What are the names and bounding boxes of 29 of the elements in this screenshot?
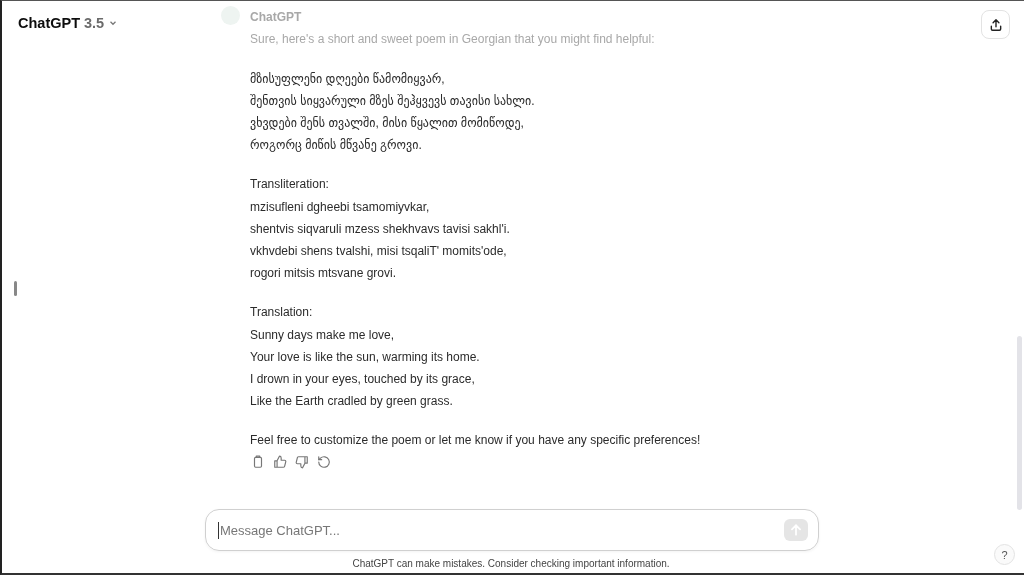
message-line: mzisufleni dgheebi tsamomiyvkar, xyxy=(250,198,431,216)
message-line: მზისუფლენი დღეები წამომიყვარ, xyxy=(250,70,446,88)
message-intro: Sure, here's a short and sweet poem in Georgian that you might find helpful: xyxy=(250,31,656,49)
message-line: vkhvdebi shens tvalshi, misi tsqaliT' momits'ode, xyxy=(250,243,508,261)
disclaimer-text: ChatGPT can make mistakes. Consider checking important information. xyxy=(352,558,670,569)
message-line: I drown in your eyes, touched by its grace, xyxy=(250,371,476,389)
scrollbar[interactable] xyxy=(1017,336,1022,510)
message-line: rogori mitsis mtsvane grovi. xyxy=(250,265,398,283)
message-line: Feel free to customize the poem or let me know if you have any specific preferences! xyxy=(250,432,701,450)
model-selector[interactable]: ChatGPT 3.5 xyxy=(18,15,119,31)
share-button[interactable] xyxy=(981,10,1010,39)
message-line: Transliteration: xyxy=(250,176,330,194)
message-line: შენთვის სიყვარული მზეს შეჰყვევს თავისი სახლი. xyxy=(250,92,536,110)
regenerate-icon[interactable] xyxy=(316,453,332,470)
message-line: როგორც მიწის მწვანე გროვი. xyxy=(250,137,423,155)
message-line: Your love is like the sun, warming its home. xyxy=(250,348,481,366)
message-line: Sunny days make me love, xyxy=(250,326,396,344)
thumbs-down-icon[interactable] xyxy=(294,453,310,470)
help-button[interactable]: ? xyxy=(994,544,1015,565)
message-line: Like the Earth cradled by green grass. xyxy=(250,393,454,411)
composer-panel[interactable]: Message ChatGPT... xyxy=(205,509,819,551)
message-line: ვხვდები შენს თვალში, მისი წყალით მომიწოდე, xyxy=(250,115,525,133)
upload-icon xyxy=(988,17,1003,32)
thumbs-up-icon[interactable] xyxy=(272,453,288,470)
message-line: shentvis siqvaruli mzess shekhvavs tavisi sakhl'i. xyxy=(250,220,511,238)
author-name: ChatGPT xyxy=(250,9,303,26)
message-line: Translation: xyxy=(250,304,314,322)
sidebar-handle[interactable] xyxy=(14,281,17,296)
arrow-up-icon xyxy=(789,523,803,537)
